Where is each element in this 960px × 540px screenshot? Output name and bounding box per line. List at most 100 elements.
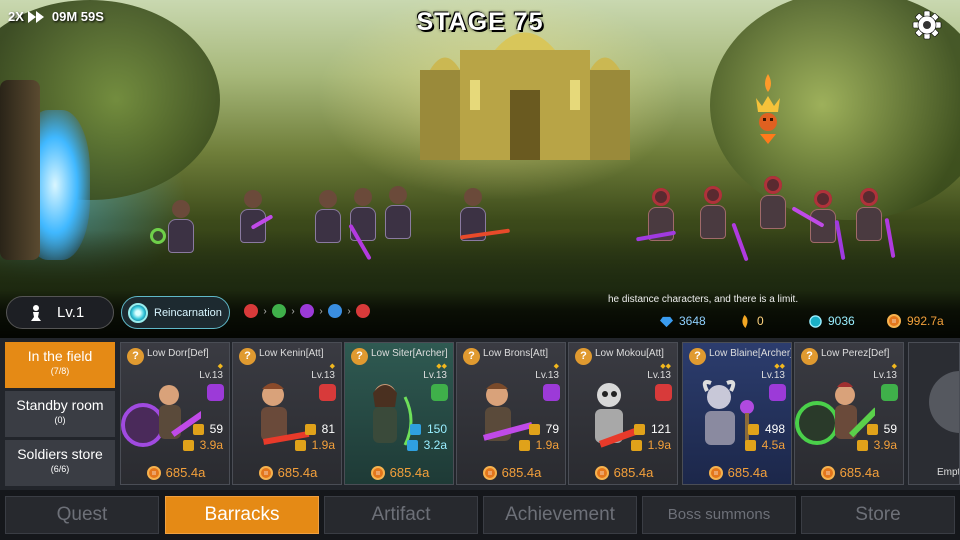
stat2-value: 3.9a bbox=[873, 438, 897, 452]
upgrade-cost-stat: 4.5a bbox=[744, 438, 785, 452]
staff-stat-icon bbox=[747, 423, 759, 435]
attack-value: 59 bbox=[883, 422, 897, 436]
in-the-field-button[interactable]: In the field (7/8) bbox=[5, 342, 115, 388]
soldier-price: 685.4a bbox=[795, 465, 903, 480]
gear-icon[interactable] bbox=[912, 10, 942, 40]
soldiers-store-button[interactable]: Soldiers store (6/6) bbox=[5, 440, 115, 486]
bow-stat-icon bbox=[409, 423, 421, 435]
tab-store[interactable]: Store bbox=[801, 496, 955, 534]
side-menu-count: (7/8) bbox=[50, 366, 70, 376]
reincarnation-button[interactable]: Reincarnation bbox=[121, 296, 230, 329]
lion-statue bbox=[0, 80, 40, 260]
nature-element-icon bbox=[272, 304, 286, 318]
soldier-card-blaine[interactable]: ? Low Blaine[Archer] ◆◆ Lv.13 498 4.5a 6… bbox=[682, 342, 792, 485]
chess-pawn-icon bbox=[31, 304, 41, 321]
empty-soldier-slot[interactable]: Empt bbox=[908, 342, 960, 485]
soldier-card-brons[interactable]: ? Low Brons[Att] ◆ Lv.13 79 1.9a 685.4a bbox=[456, 342, 566, 485]
tab-quest[interactable]: Quest bbox=[5, 496, 159, 534]
ally-soldier bbox=[240, 190, 266, 243]
help-icon[interactable]: ? bbox=[351, 348, 368, 365]
attack-value: 59 bbox=[209, 422, 223, 436]
standby-room-button[interactable]: Standby room (0) bbox=[5, 391, 115, 437]
help-icon[interactable]: ? bbox=[463, 348, 480, 365]
chevron-right-icon: › bbox=[291, 305, 295, 317]
attack-value: 498 bbox=[764, 422, 785, 436]
attack-stat: 498 bbox=[747, 422, 785, 436]
rank-stars: ◆ bbox=[891, 363, 897, 370]
side-menu-label: Soldiers store bbox=[17, 446, 103, 462]
shield-stat-icon bbox=[406, 439, 418, 451]
tab-boss-summons[interactable]: Boss summons bbox=[642, 496, 796, 534]
enemy-soldier bbox=[810, 190, 836, 243]
soldier-price: 685.4a bbox=[345, 465, 453, 480]
gold-coin-icon bbox=[482, 465, 497, 480]
dark-element-icon bbox=[300, 304, 314, 318]
tab-barracks[interactable]: Barracks bbox=[165, 496, 319, 534]
stage-title: STAGE 75 bbox=[416, 8, 544, 36]
rank-stars: ◆◆ bbox=[660, 363, 671, 370]
upgrade-cost-stat: 1.9a bbox=[518, 438, 559, 452]
price-value: 685.4a bbox=[727, 465, 768, 480]
stat2-value: 3.9a bbox=[199, 438, 223, 452]
scrolling-tip: he distance characters, and there is a l… bbox=[608, 294, 799, 305]
fire-element-icon bbox=[319, 384, 336, 401]
shield-stat-icon bbox=[856, 439, 868, 451]
help-icon[interactable]: ? bbox=[239, 348, 256, 365]
price-value: 685.4a bbox=[613, 465, 654, 480]
battle-scene bbox=[0, 0, 960, 340]
fire-element-icon bbox=[356, 304, 370, 318]
help-icon[interactable]: ? bbox=[127, 348, 144, 365]
enemy-soldier bbox=[856, 188, 882, 241]
shield-stat-icon bbox=[182, 439, 194, 451]
shield-stat-icon bbox=[630, 439, 642, 451]
help-icon[interactable]: ? bbox=[575, 348, 592, 365]
tab-artifact[interactable]: Artifact bbox=[324, 496, 478, 534]
gold-coin-icon bbox=[146, 465, 161, 480]
help-icon[interactable]: ? bbox=[801, 348, 818, 365]
help-icon[interactable]: ? bbox=[689, 348, 706, 365]
soldier-card-dorr[interactable]: ? Low Dorr[Def] ◆ Lv.13 59 3.9a 685.4a bbox=[120, 342, 230, 485]
diamond-count: 3648 bbox=[679, 314, 706, 328]
price-value: 685.4a bbox=[839, 465, 880, 480]
gold-count: 992.7a bbox=[907, 314, 944, 328]
water-element-icon bbox=[328, 304, 342, 318]
enemy-soldier bbox=[700, 186, 726, 239]
gold-coin-icon bbox=[370, 465, 385, 480]
fire-element-icon bbox=[655, 384, 672, 401]
side-menu-count: (6/6) bbox=[50, 464, 70, 474]
soldier-card-mokou[interactable]: ? Low Mokou[Att] ◆◆ Lv.13 121 1.9a 685.4… bbox=[568, 342, 678, 485]
side-menu-label: Standby room bbox=[16, 397, 104, 413]
stat2-value: 4.5a bbox=[761, 438, 785, 452]
rank-stars: ◆ bbox=[553, 363, 559, 370]
soldier-price: 685.4a bbox=[683, 465, 791, 480]
upgrade-cost-stat: 1.9a bbox=[630, 438, 671, 452]
tab-achievement[interactable]: Achievement bbox=[483, 496, 637, 534]
rank-stars: ◆ bbox=[329, 363, 335, 370]
gold-coin-icon bbox=[708, 465, 723, 480]
attack-value: 81 bbox=[321, 422, 335, 436]
soldier-card-kenin[interactable]: ? Low Kenin[Att] ◆ Lv.13 81 1.9a 685.4a bbox=[232, 342, 342, 485]
nature-element-icon bbox=[431, 384, 448, 401]
attack-stat: 79 bbox=[528, 422, 559, 436]
upgrade-cost-stat: 1.9a bbox=[294, 438, 335, 452]
attack-value: 150 bbox=[426, 422, 447, 436]
soldier-level: Lv.13 bbox=[199, 370, 223, 381]
soldier-card-siter[interactable]: ? Low Siter[Archer] ◆◆ Lv.13 150 3.2a 68… bbox=[344, 342, 454, 485]
fire-element-icon bbox=[244, 304, 258, 318]
stat2-value: 1.9a bbox=[535, 438, 559, 452]
soldier-card-perez[interactable]: ? Low Perez[Def] ◆ Lv.13 59 3.9a 685.4a bbox=[794, 342, 904, 485]
rank-stars: ◆◆ bbox=[774, 363, 785, 370]
ally-soldier bbox=[315, 190, 341, 243]
attack-stat: 59 bbox=[192, 422, 223, 436]
sword-stat-icon bbox=[633, 423, 645, 435]
soldier-level: Lv.13 bbox=[873, 370, 897, 381]
sword-stat-icon bbox=[192, 423, 204, 435]
player-level-button[interactable]: Lv.1 bbox=[6, 296, 114, 329]
price-value: 685.4a bbox=[501, 465, 542, 480]
dark-element-icon bbox=[769, 384, 786, 401]
shield-stat-icon bbox=[294, 439, 306, 451]
attack-stat: 59 bbox=[866, 422, 897, 436]
soldier-price: 685.4a bbox=[569, 465, 677, 480]
golden-palace-background bbox=[420, 32, 630, 160]
stat2-value: 3.2a bbox=[423, 438, 447, 452]
